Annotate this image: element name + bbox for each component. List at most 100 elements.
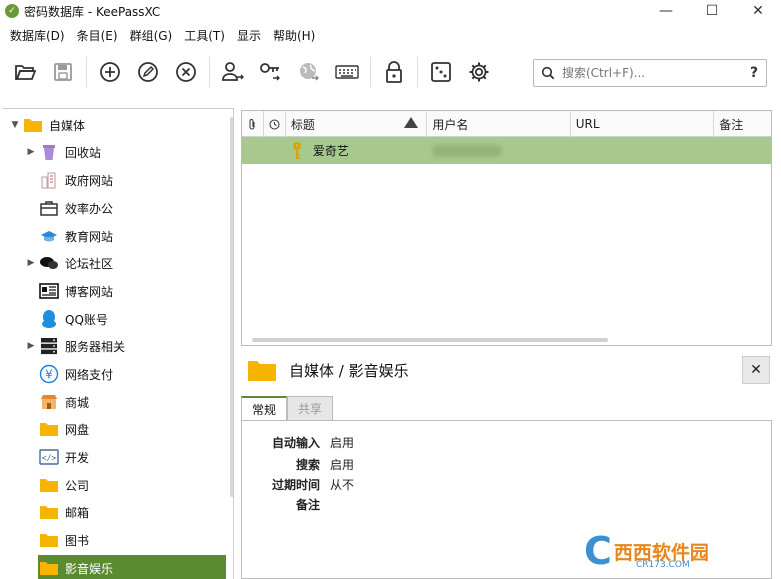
tree-item-education[interactable]: 教育网站: [38, 223, 230, 249]
tree-item-label: 回收站: [65, 145, 102, 160]
auto-type-button[interactable]: [328, 53, 366, 91]
key-icon: [292, 141, 301, 159]
tree-scrollbar[interactable]: [230, 117, 233, 497]
tree-item-qq[interactable]: QQ账号: [38, 306, 230, 332]
tree-item-servers[interactable]: ▶ 服务器相关: [24, 333, 230, 359]
close-window-button[interactable]: ✕: [735, 0, 781, 22]
add-entry-button[interactable]: [91, 53, 129, 91]
column-url[interactable]: URL: [571, 111, 715, 137]
lock-database-button[interactable]: [375, 53, 413, 91]
menu-groups[interactable]: 群组(G): [125, 27, 178, 44]
menu-entries[interactable]: 条目(E): [72, 27, 123, 44]
menu-view[interactable]: 显示: [232, 27, 266, 44]
tab-general[interactable]: 常规: [241, 396, 288, 420]
column-title[interactable]: 标题: [286, 111, 428, 137]
close-details-button[interactable]: ✕: [742, 356, 770, 384]
password-generator-button[interactable]: [422, 53, 460, 91]
tree-item-entertainment[interactable]: 影音娱乐: [38, 555, 226, 579]
tree-item-office[interactable]: 效率办公: [38, 195, 230, 221]
site-watermark: C 西西软件园 CR173.COM: [584, 530, 774, 572]
table-row[interactable]: 爱奇艺: [242, 137, 771, 164]
save-database-button[interactable]: [44, 53, 82, 91]
tree-item-label: 公司: [65, 478, 90, 493]
tree-item-label: 博客网站: [65, 284, 114, 299]
column-expires[interactable]: [264, 111, 286, 137]
edit-entry-button[interactable]: [129, 53, 167, 91]
prop-expiry: 过期时间 从不: [246, 476, 354, 493]
menu-tools[interactable]: 工具(T): [179, 27, 230, 44]
menu-bar: 数据库(D) 条目(E) 群组(G) 工具(T) 显示 帮助(H): [0, 24, 781, 46]
prop-notes: 备注: [246, 496, 330, 513]
folder-icon: [38, 530, 60, 550]
watermark-subtext: CR173.COM: [636, 560, 690, 570]
entry-title: 爱奇艺: [312, 144, 349, 158]
folder-icon: [38, 475, 60, 495]
prop-autotype: 自动输入 启用: [246, 434, 354, 451]
tree-item-shop[interactable]: 商城: [38, 389, 230, 415]
newspaper-icon: [38, 281, 60, 301]
search-input[interactable]: [562, 66, 742, 80]
menu-database[interactable]: 数据库(D): [5, 27, 70, 44]
column-notes[interactable]: 备注: [714, 111, 771, 137]
collapse-arrow-icon[interactable]: ▼: [8, 120, 22, 130]
settings-button[interactable]: [460, 53, 498, 91]
tree-item-books[interactable]: 图书: [38, 527, 230, 553]
tab-share[interactable]: 共享: [287, 396, 334, 420]
column-username[interactable]: 用户名: [427, 111, 571, 137]
folder-icon: [38, 502, 60, 522]
tree-item-root[interactable]: ▼ 自媒体: [8, 112, 230, 138]
copy-username-button[interactable]: [214, 53, 252, 91]
tree-item-company[interactable]: 公司: [38, 472, 230, 498]
tree-item-recycle-bin[interactable]: ▶ 回收站: [24, 139, 230, 165]
watermark-logo-icon: C: [584, 529, 612, 573]
penguin-icon: [38, 309, 60, 329]
tree-item-label: 效率办公: [65, 201, 114, 216]
user-arrow-icon: [222, 62, 244, 81]
tree-item-development[interactable]: </> 开发: [38, 444, 230, 470]
tree-item-blogs[interactable]: 博客网站: [38, 278, 230, 304]
menu-help[interactable]: 帮助(H): [268, 27, 320, 44]
table-horizontal-scrollbar[interactable]: [252, 338, 608, 342]
details-header: 自媒体 / 影音娱乐: [241, 350, 772, 390]
column-username-label: 用户名: [432, 117, 469, 132]
folder-icon: [38, 419, 60, 439]
tree-item-mailbox[interactable]: 邮箱: [38, 499, 230, 525]
minimize-button[interactable]: —: [643, 0, 689, 22]
group-tree: ▼ 自媒体 ▶ 回收站 政府网站 效率办公 教育网站 ▶ 论坛社区 博客网站 Q…: [2, 108, 234, 579]
row-attachment-cell: [242, 137, 286, 164]
plus-circle-icon: [100, 62, 120, 82]
expand-arrow-icon[interactable]: ▶: [24, 341, 38, 351]
expand-arrow-icon[interactable]: ▶: [24, 258, 38, 268]
maximize-button[interactable]: ☐: [689, 0, 735, 22]
tree-item-label: 政府网站: [65, 173, 114, 188]
globe-icon: [300, 63, 319, 81]
shop-icon: [38, 392, 60, 412]
tree-item-payment[interactable]: ¥ 网络支付: [38, 361, 230, 387]
tree-item-netdisk[interactable]: 网盘: [38, 416, 230, 442]
keyboard-icon: [335, 65, 359, 79]
blurred-username: [432, 144, 503, 157]
tree-item-label: 网络支付: [65, 367, 114, 382]
tree-item-government-sites[interactable]: 政府网站: [38, 167, 230, 193]
expand-arrow-icon[interactable]: ▶: [24, 147, 38, 157]
prop-key: 自动输入: [271, 436, 320, 450]
search-help-button[interactable]: ?: [742, 65, 766, 81]
svg-text:</>: </>: [42, 454, 57, 463]
x-circle-icon: [176, 62, 196, 82]
delete-entry-button[interactable]: [167, 53, 205, 91]
prop-key: 搜索: [295, 458, 320, 472]
recycle-bin-icon: [38, 142, 60, 162]
search-box: ?: [533, 59, 767, 87]
open-url-button[interactable]: [290, 53, 328, 91]
pencil-circle-icon: [138, 62, 158, 82]
toolbar-separator: [86, 57, 87, 87]
folder-open-icon: [15, 65, 36, 80]
tree-item-label: 开发: [65, 450, 90, 465]
open-database-button[interactable]: [6, 53, 44, 91]
save-icon: [54, 63, 72, 81]
prop-value: 启用: [330, 458, 355, 472]
copy-password-button[interactable]: [252, 53, 290, 91]
tree-item-forums[interactable]: ▶ 论坛社区: [24, 250, 230, 276]
column-attachment[interactable]: [242, 111, 264, 137]
group-path: 自媒体 / 影音娱乐: [289, 361, 409, 380]
